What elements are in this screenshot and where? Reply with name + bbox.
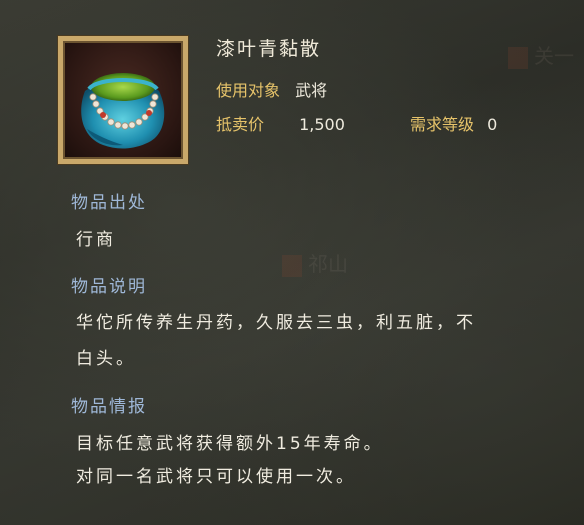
source-text: 行商 xyxy=(76,230,116,250)
bg-seal-icon xyxy=(508,46,528,69)
bg-map-label-top-right: 关一 xyxy=(508,40,574,69)
level-label: 需求等级 xyxy=(410,115,475,134)
price-row: 抵卖价 1,500 xyxy=(216,111,345,135)
level-value: 0 xyxy=(487,115,498,134)
description-line-2: 白头。 xyxy=(76,349,136,369)
item-name: 漆叶青黏散 xyxy=(216,38,322,60)
source-heading: 物品出处 xyxy=(71,193,147,213)
target-label: 使用对象 xyxy=(216,81,281,100)
info-line-1: 目标任意武将获得额外15年寿命。 xyxy=(76,434,384,454)
price-label: 抵卖价 xyxy=(216,115,265,134)
description-line-1: 华佗所传养生丹药，久服去三虫，利五脏，不 xyxy=(76,313,476,333)
bg-seal-icon xyxy=(282,254,302,277)
level-row: 需求等级 0 xyxy=(410,111,497,135)
item-icon-frame xyxy=(58,36,188,164)
bg-map-label-middle: 祁山 xyxy=(282,248,348,277)
target-value: 武将 xyxy=(295,81,328,100)
info-heading: 物品情报 xyxy=(71,397,147,417)
price-value: 1,500 xyxy=(299,115,345,134)
item-tooltip-panel: 关一 祁山 漆叶青黏散 使用对象 武将 抵卖价 1,500 需求等级 0 物品出… xyxy=(0,0,584,525)
target-row: 使用对象 武将 xyxy=(216,77,327,101)
info-line-2: 对同一名武将只可以使用一次。 xyxy=(76,467,356,487)
medicine-pouch-icon xyxy=(81,73,165,149)
description-heading: 物品说明 xyxy=(71,277,147,297)
